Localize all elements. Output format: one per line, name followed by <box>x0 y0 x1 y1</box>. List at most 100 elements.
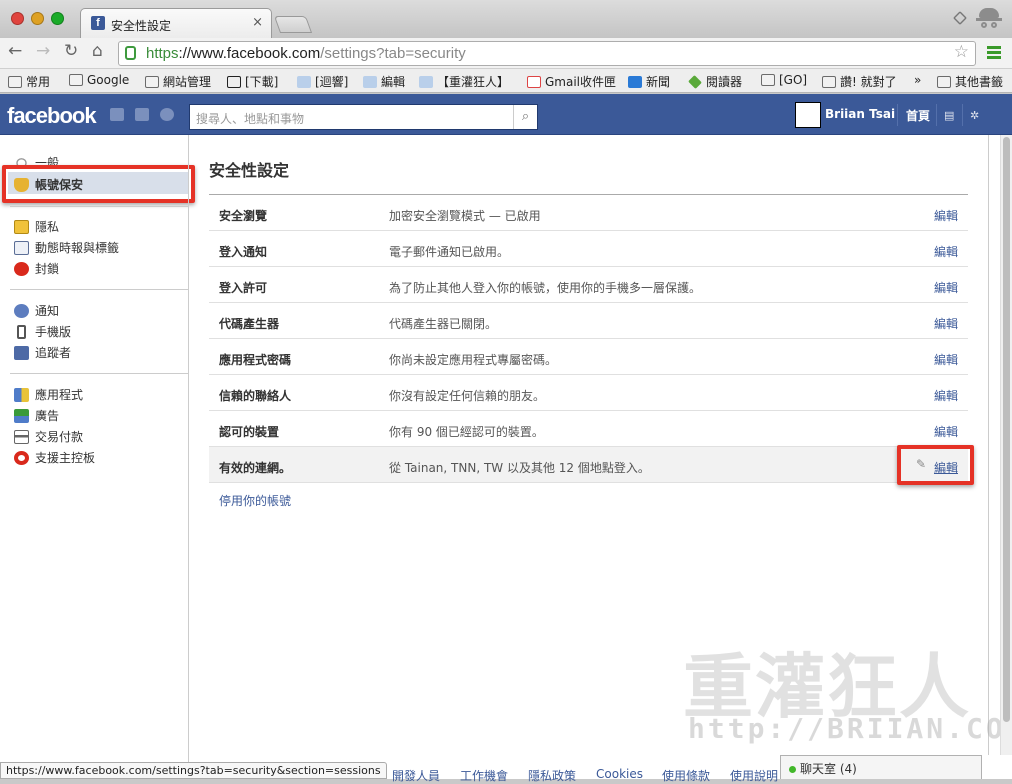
sidebar-item-notifications[interactable]: 通知 <box>14 302 59 320</box>
sidebar-item-blocking[interactable]: 封鎖 <box>14 260 59 278</box>
forward-arrow-icon[interactable]: → <box>36 41 50 61</box>
bookmark-item[interactable]: 閱讀器 <box>688 73 742 90</box>
minimize-window-button[interactable] <box>31 12 44 25</box>
site-icon <box>227 76 241 88</box>
home-icon[interactable]: ⌂ <box>92 41 103 61</box>
settings-row-secure-browsing[interactable]: 安全瀏覽 加密安全瀏覽模式 — 已啟用 編輯 <box>209 195 968 231</box>
footer-link[interactable]: 使用條款 <box>662 767 710 784</box>
new-tab-button[interactable] <box>273 16 313 33</box>
address-bar[interactable]: https://www.facebook.com/settings?tab=se… <box>118 41 976 66</box>
settings-sidebar: 一般 帳號保安 隱私 動態時報與標籤 封鎖 通知 手機版 追蹤者 應用程式 廣告… <box>0 135 195 779</box>
settings-row-login-approvals[interactable]: 登入許可 為了防止其他人登入你的帳號，使用你的手機多一層保護。 編輯 <box>209 267 968 303</box>
edit-link[interactable]: 編輯 <box>934 387 958 404</box>
settings-row-recognized-devices[interactable]: 認可的裝置 你有 90 個已經認可的裝置。 編輯 <box>209 411 968 447</box>
settings-row-trusted-contacts[interactable]: 信賴的聯絡人 你沒有設定任何信賴的朋友。 編輯 <box>209 375 968 411</box>
edit-link[interactable]: 編輯 <box>934 315 958 332</box>
footer-link[interactable]: 開發人員 <box>392 767 440 784</box>
messages-icon[interactable] <box>135 108 149 121</box>
bookmark-item[interactable]: [下載] <box>227 73 278 90</box>
avatar[interactable] <box>795 102 821 128</box>
news-icon <box>628 76 642 88</box>
edit-link[interactable]: 編輯 <box>934 207 958 224</box>
facebook-header: facebook 搜尋人、地點和事物 ⌕ Briian Tsai 首頁 ▤ ✲ <box>0 94 1012 135</box>
bookmark-item[interactable]: 編輯 <box>363 73 405 90</box>
chrome-menu-icon[interactable] <box>987 46 1001 60</box>
settings-gear-icon[interactable]: ✲ <box>970 109 979 122</box>
bookmark-item[interactable]: 常用 <box>8 73 50 90</box>
settings-row-code-generator[interactable]: 代碼產生器 代碼產生器已關閉。 編輯 <box>209 303 968 339</box>
edit-link[interactable]: 編輯 <box>934 351 958 368</box>
deactivate-account-link[interactable]: 停用你的帳號 <box>219 492 291 509</box>
home-link[interactable]: 首頁 <box>906 107 930 124</box>
bookmark-item[interactable]: [迴響] <box>297 73 348 90</box>
search-icon[interactable]: ⌕ <box>513 105 537 129</box>
page-body: 一般 帳號保安 隱私 動態時報與標籤 封鎖 通知 手機版 追蹤者 應用程式 廣告… <box>0 135 1012 783</box>
bookmark-item[interactable]: [GO] <box>761 73 807 87</box>
reload-icon[interactable]: ↻ <box>64 41 78 61</box>
sidebar-item-payments[interactable]: 交易付款 <box>14 428 83 446</box>
footer-link[interactable]: 使用說明 <box>730 767 778 784</box>
search-input[interactable]: 搜尋人、地點和事物 ⌕ <box>189 104 538 130</box>
block-icon <box>14 262 29 276</box>
settings-row-active-sessions[interactable]: 有效的連網。從 Tainan, TNN, TW 以及其他 12 個地點登入。 ✎ 編… <box>209 447 968 483</box>
fullscreen-icon[interactable] <box>953 11 967 25</box>
tab-close-icon[interactable]: × <box>252 15 263 30</box>
bookmark-item[interactable]: 讚! 就對了 <box>822 73 897 90</box>
friend-requests-icon[interactable] <box>110 108 124 121</box>
highlight-box-security <box>2 165 195 203</box>
blogger-icon <box>363 76 377 88</box>
footer-link[interactable]: 工作機會 <box>460 767 508 784</box>
close-window-button[interactable] <box>11 12 24 25</box>
back-arrow-icon[interactable]: ← <box>8 41 22 61</box>
bookmark-item[interactable]: 其他書籤 <box>937 73 1003 90</box>
url-text: https://www.facebook.com/settings?tab=se… <box>146 45 466 62</box>
chat-label: 聊天室 (4) <box>800 762 857 776</box>
bookmarks-overflow-button[interactable]: » <box>914 73 921 87</box>
bookmark-item[interactable]: 【重灌狂人】 <box>419 73 509 90</box>
lifebuoy-icon <box>14 451 29 465</box>
edit-link[interactable]: 編輯 <box>934 423 958 440</box>
bookmark-item[interactable]: 新聞 <box>628 73 670 90</box>
card-icon <box>14 430 29 444</box>
scrollbar-thumb[interactable] <box>1003 137 1010 722</box>
sidebar-item-timeline-tagging[interactable]: 動態時報與標籤 <box>14 239 119 257</box>
divider <box>962 104 963 126</box>
sidebar-item-support-dashboard[interactable]: 支援主控板 <box>14 449 95 467</box>
bookmarks-bar: 常用 Google 網站管理 [下載] [迴響] 編輯 【重灌狂人】 Gmail… <box>0 69 1012 93</box>
maximize-window-button[interactable] <box>51 12 64 25</box>
privacy-shortcuts-icon[interactable]: ▤ <box>944 109 954 122</box>
sidebar-item-mobile[interactable]: 手機版 <box>14 323 71 341</box>
folder-icon <box>761 74 775 86</box>
tab-security-settings[interactable]: f 安全性設定 × <box>80 8 272 38</box>
bookmark-item[interactable]: 網站管理 <box>145 73 211 90</box>
page-title: 安全性設定 <box>209 161 290 180</box>
gmail-icon <box>527 76 541 88</box>
incognito-icon <box>975 6 1003 32</box>
scrollbar[interactable] <box>1000 135 1012 755</box>
user-name-link[interactable]: Briian Tsai <box>825 107 895 121</box>
chat-sidebar-tab[interactable]: 聊天室 (4) <box>780 755 982 779</box>
timeline-icon <box>14 241 29 255</box>
edit-link[interactable]: 編輯 <box>934 279 958 296</box>
status-bar-url: https://www.facebook.com/settings?tab=se… <box>0 762 387 779</box>
notifications-icon[interactable] <box>160 108 174 121</box>
ads-icon <box>14 409 29 423</box>
bookmark-star-icon[interactable]: ☆ <box>954 42 969 62</box>
tab-title: 安全性設定 <box>111 19 172 33</box>
sidebar-item-ads[interactable]: 廣告 <box>14 407 59 425</box>
folder-icon <box>822 76 836 88</box>
divider <box>10 373 188 374</box>
sidebar-item-followers[interactable]: 追蹤者 <box>14 344 71 362</box>
footer-link[interactable]: 隱私政策 <box>528 767 576 784</box>
facebook-logo[interactable]: facebook <box>7 103 97 129</box>
settings-row-login-notifications[interactable]: 登入通知 電子郵件通知已啟用。 編輯 <box>209 231 968 267</box>
bookmark-item[interactable]: Google <box>69 73 129 87</box>
sidebar-item-apps[interactable]: 應用程式 <box>14 386 83 404</box>
window-titlebar: f 安全性設定 × <box>0 0 1012 38</box>
edit-link[interactable]: 編輯 <box>934 243 958 260</box>
online-status-icon <box>789 766 796 773</box>
sidebar-item-privacy[interactable]: 隱私 <box>14 218 59 236</box>
bookmark-item[interactable]: Gmail收件匣 <box>527 73 616 90</box>
ssl-lock-icon <box>125 46 136 60</box>
settings-row-app-passwords[interactable]: 應用程式密碼 你尚未設定應用程式專屬密碼。 編輯 <box>209 339 968 375</box>
